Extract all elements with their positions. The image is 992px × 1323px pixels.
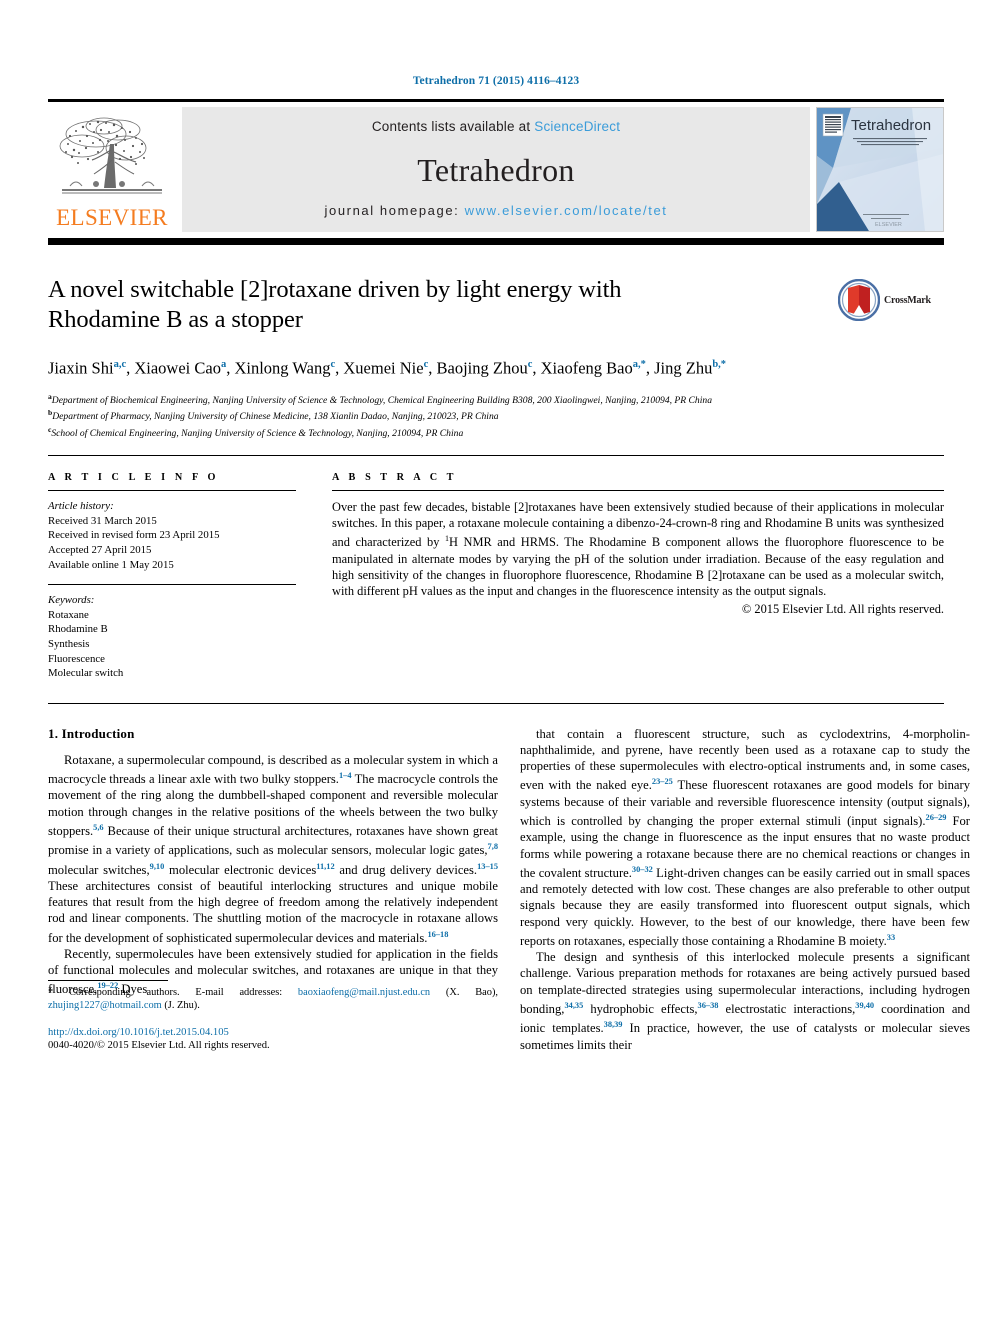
keywords-title: Keywords:: [48, 594, 95, 607]
masthead-center-panel: Contents lists available at ScienceDirec…: [182, 107, 810, 232]
doi-link[interactable]: http://dx.doi.org/10.1016/j.tet.2015.04.…: [48, 1026, 498, 1040]
paper-page: Tetrahedron 71 (2015) 4116–4123 ELSEVIER…: [0, 0, 992, 1323]
issn-copyright-line: 0040-4020/© 2015 Elsevier Ltd. All right…: [48, 1040, 270, 1052]
page-title: A novel switchable [2]rotaxane driven by…: [48, 275, 748, 335]
footnote-rule: [48, 979, 168, 981]
affiliation-marker: a: [48, 391, 52, 401]
article-history-lines: Received 31 March 2015 Received in revise…: [48, 514, 296, 572]
contents-available-line: Contents lists available at ScienceDirec…: [372, 119, 620, 134]
svg-text:ELSEVIER: ELSEVIER: [875, 222, 902, 228]
article-history-item: Received in revised form 23 April 2015: [48, 529, 220, 542]
journal-homepage-link[interactable]: www.elsevier.com/locate/tet: [465, 203, 668, 218]
crossmark-badge[interactable]: CrossMark: [838, 277, 944, 323]
journal-cover-thumbnail[interactable]: Tetrahedron ELSEVIER: [816, 107, 944, 232]
article-history-item: Available online 1 May 2015: [48, 558, 174, 571]
journal-title: Tetrahedron: [417, 152, 575, 188]
contents-prefix-text: Contents lists available at: [371, 119, 535, 134]
body-columns: 1. Introduction Rotaxane, a supermolecul…: [48, 726, 970, 1053]
abstract-column: A B S T R A C T Over the past few decade…: [332, 472, 944, 681]
affiliation-marker: b: [48, 408, 53, 418]
article-info-column: A R T I C L E I N F O Article history: R…: [48, 472, 296, 681]
abstract-copyright: © 2015 Elsevier Ltd. All rights reserved…: [741, 601, 944, 616]
crossmark-icon: [838, 279, 880, 321]
keyword-item: Rotaxane: [48, 608, 89, 621]
email-link-zhu: zhujing1227@hotmail.com: [48, 1000, 162, 1012]
keyword-item: Molecular switch: [48, 667, 124, 680]
keywords-rule: [48, 584, 296, 586]
title-bottom-rule: [48, 455, 944, 457]
sciencedirect-link[interactable]: ScienceDirect: [534, 119, 620, 134]
keyword-item: Synthesis: [48, 638, 90, 651]
corresponding-author-note: * Corresponding authors. E-mail addresse…: [48, 986, 498, 1012]
affiliation-item: cSchool of Chemical Engineering, Nanjing…: [48, 424, 464, 439]
elsevier-logo: ELSEVIER: [48, 107, 176, 232]
body-column-right: that contain a fluorescent structure, su…: [520, 726, 970, 1053]
author-list: Jiaxin Shia,c, Xiaowei Caoa, Xinlong Wan…: [48, 358, 727, 378]
journal-homepage-line: journal homepage: www.elsevier.com/locat…: [325, 203, 668, 218]
abstract-heading: A B S T R A C T: [332, 472, 458, 484]
affiliation-item: aDepartment of Biochemical Engineering, …: [48, 391, 712, 406]
article-info-rule: [48, 490, 296, 492]
title-block: CrossMark A novel switchable [2]rotaxane…: [48, 275, 944, 440]
info-abstract-row: A R T I C L E I N F O Article history: R…: [48, 472, 944, 681]
svg-text:Tetrahedron: Tetrahedron: [851, 117, 931, 134]
article-history-title: Article history:: [48, 500, 114, 513]
title-line-1: A novel switchable [2]rotaxane driven by…: [48, 276, 622, 303]
masthead: ELSEVIER Contents lists available at Sci…: [48, 107, 944, 232]
left-column-paragraphs: Rotaxane, a supermolecular compound, is …: [48, 752, 498, 998]
article-info-heading: A R T I C L E I N F O: [48, 472, 220, 484]
article-history-item: Accepted 27 April 2015: [48, 544, 152, 557]
affiliation-marker: c: [48, 424, 52, 434]
masthead-bottom-rule: [48, 238, 944, 245]
keyword-item: Fluorescence: [48, 652, 105, 665]
body-paragraph: The design and synthesis of this interlo…: [520, 950, 971, 1052]
masthead-container: ELSEVIER Contents lists available at Sci…: [48, 99, 944, 232]
affiliation-item: bDepartment of Pharmacy, Nanjing Univers…: [48, 408, 499, 423]
title-line-2: Rhodamine B as a stopper: [48, 306, 303, 333]
body-paragraph: that contain a fluorescent structure, su…: [520, 726, 970, 948]
body-column-left: 1. Introduction Rotaxane, a supermolecul…: [48, 726, 498, 1053]
keyword-item: Rhodamine B: [48, 623, 108, 636]
elsevier-wordmark: ELSEVIER: [56, 205, 168, 230]
body-paragraph: Rotaxane, a supermolecular compound, is …: [48, 752, 498, 945]
abstract-text: Over the past few decades, bistable [2]r…: [332, 500, 944, 598]
keywords-lines: Rotaxane Rhodamine B Synthesis Fluorescence…: [48, 608, 296, 681]
section-heading-introduction: 1. Introduction: [48, 725, 135, 741]
affiliation-list: aDepartment of Biochemical Engineering, …: [48, 391, 868, 441]
footnote-zone: * Corresponding authors. E-mail addresse…: [48, 979, 498, 1053]
email-link-bao: baoxiaofeng@mail.njust.edu.cn: [297, 986, 431, 998]
journal-cover-art: Tetrahedron ELSEVIER: [817, 108, 943, 231]
homepage-prefix-text: journal homepage:: [324, 203, 465, 218]
journal-reference: Tetrahedron 71 (2015) 4116–4123: [412, 75, 580, 87]
article-history-item: Received 31 March 2015: [48, 514, 157, 527]
keywords-block: Keywords: Rotaxane Rhodamine B Synthesis Fl…: [48, 584, 296, 681]
abstract-bottom-rule: [48, 702, 944, 704]
crossmark-label: CrossMark: [884, 294, 931, 306]
abstract-rule-top: [332, 490, 944, 492]
right-column-paragraphs: that contain a fluorescent structure, su…: [520, 726, 970, 1053]
elsevier-tree-icon: [59, 117, 162, 194]
